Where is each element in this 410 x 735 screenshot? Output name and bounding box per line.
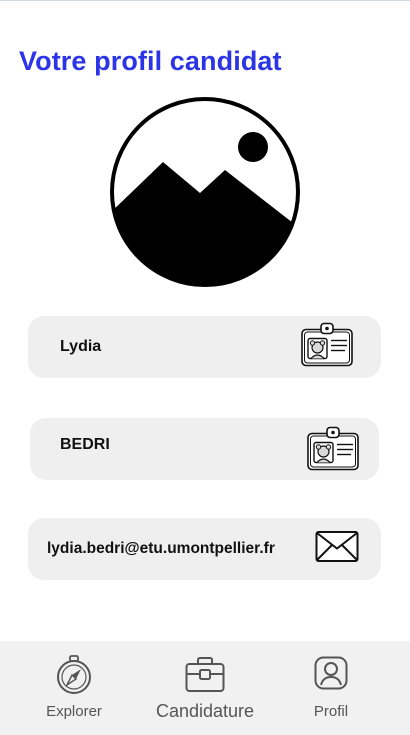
user-icon — [314, 656, 348, 695]
last-name-value: BEDRI — [60, 436, 110, 453]
profile-avatar[interactable] — [108, 95, 302, 289]
image-placeholder-icon — [110, 97, 300, 287]
briefcase-icon — [185, 657, 225, 698]
email-value: lydia.bedri@etu.umontpellier.fr — [47, 540, 275, 557]
nav-profil[interactable]: Profil — [296, 641, 366, 735]
nav-candidature-label: Candidature — [155, 701, 255, 721]
envelope-icon — [315, 531, 359, 568]
last-name-field[interactable]: BEDRI — [30, 418, 379, 480]
nav-explorer-label: Explorer — [46, 703, 102, 720]
nav-candidature[interactable]: Candidature — [150, 641, 260, 735]
page-title: Votre profil candidat — [19, 46, 282, 76]
top-divider — [0, 0, 410, 1]
first-name-value: Lydia — [60, 338, 102, 355]
id-badge-icon — [307, 426, 359, 477]
compass-icon — [55, 655, 93, 700]
bottom-navigation: Explorer Candidature Profil — [0, 641, 410, 735]
first-name-field[interactable]: Lydia — [28, 316, 381, 378]
id-badge-icon — [301, 322, 353, 373]
email-field[interactable]: lydia.bedri@etu.umontpellier.fr — [28, 518, 381, 580]
nav-explorer[interactable]: Explorer — [34, 641, 114, 735]
nav-profil-label: Profil — [313, 703, 349, 720]
